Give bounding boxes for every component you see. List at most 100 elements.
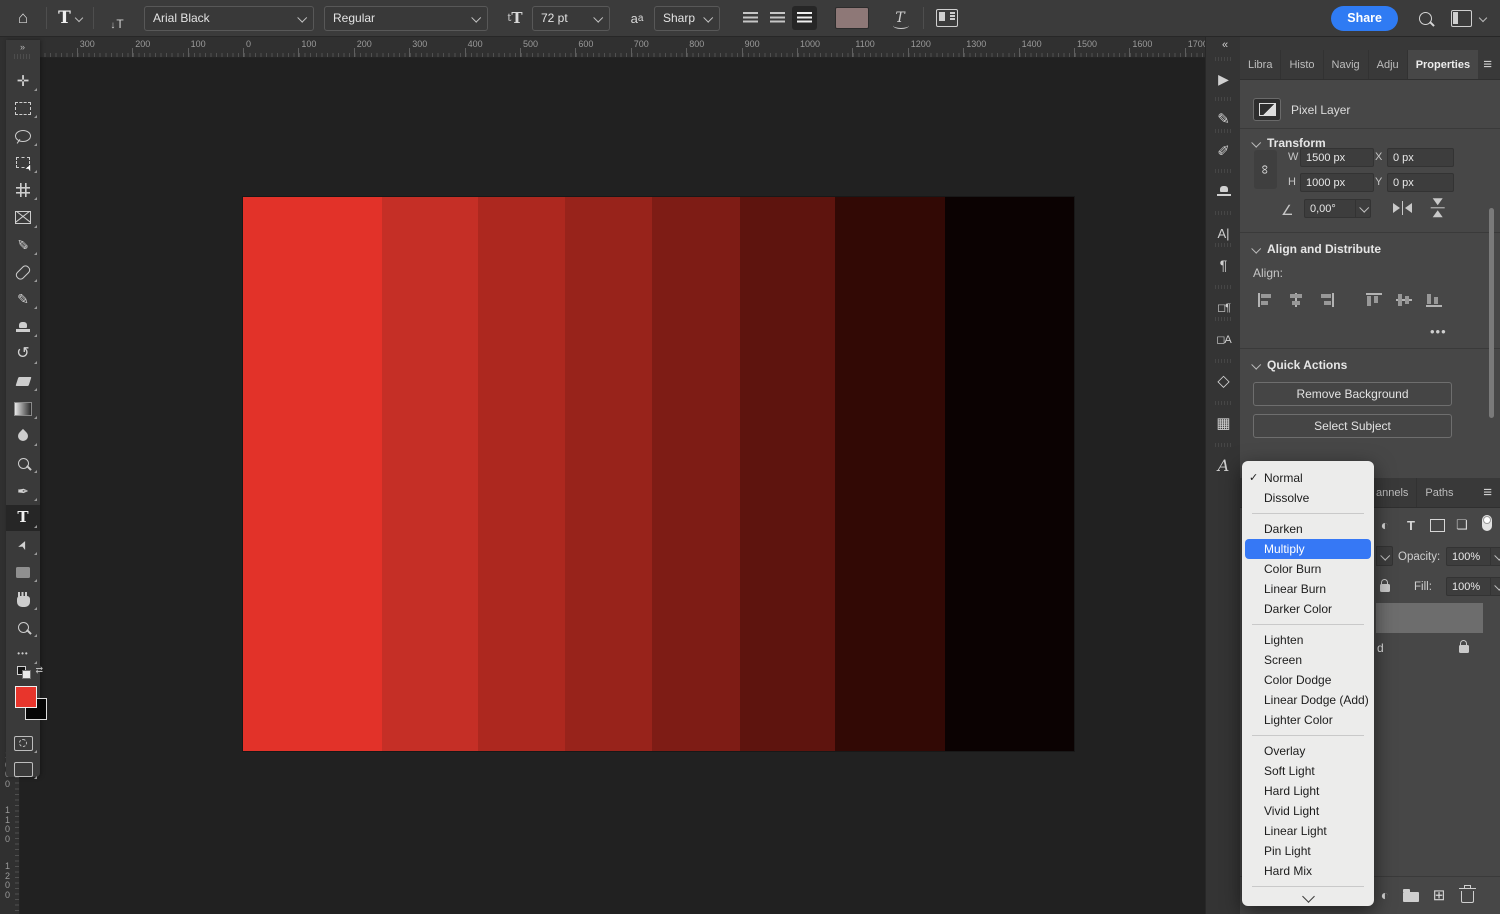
y-field[interactable]: 0 px [1387,173,1454,192]
properties-scrollbar[interactable] [1489,208,1494,418]
link-dimensions-button[interactable]: ∞ [1254,150,1277,189]
fill-control[interactable]: 100% [1446,577,1500,596]
select-subject-button[interactable]: Select Subject [1253,414,1452,438]
object-selection-tool[interactable] [6,150,40,176]
history-brush-tool[interactable] [6,341,40,367]
blend-mode-option-darken[interactable]: Darken [1242,519,1374,539]
text-color-swatch[interactable] [835,7,869,29]
quick-actions-header[interactable]: Quick Actions [1252,358,1347,372]
search-button[interactable] [1412,5,1438,31]
workspace-button[interactable] [1448,5,1474,31]
pen-tool[interactable] [6,478,40,504]
new-group-button[interactable] [1400,884,1422,906]
blend-mode-option-lighten[interactable]: Lighten [1242,630,1374,650]
eraser-tool[interactable] [6,368,40,394]
filter-toggle[interactable] [1476,512,1498,534]
flip-horizontal-button[interactable] [1393,201,1412,215]
chevron-down-icon[interactable] [1479,14,1487,22]
default-colors-widget[interactable]: ⇄ [12,664,46,680]
home-icon[interactable]: ⌂ [10,5,36,31]
filter-type-button[interactable] [1400,514,1422,536]
blend-mode-option-hard-mix[interactable]: Hard Mix [1242,861,1374,881]
character-styles-panel-button[interactable] [1207,324,1240,354]
brushes-panel-button[interactable] [1207,136,1240,166]
filter-adjustment-button[interactable] [1374,514,1396,536]
dodge-tool[interactable] [6,450,40,476]
blend-mode-option-overlay[interactable]: Overlay [1242,741,1374,761]
blend-mode-option-multiply[interactable]: Multiply [1245,539,1371,559]
align-center-button[interactable] [765,6,790,30]
lasso-tool[interactable] [6,123,40,149]
blend-mode-dropdown[interactable] [1376,546,1393,566]
scroll-more-icon[interactable] [1302,890,1315,903]
angle-control[interactable]: 0,00° [1304,199,1371,218]
blend-mode-option-linear-burn[interactable]: Linear Burn [1242,579,1374,599]
toolbar-grip[interactable] [14,54,32,59]
align-right-edges-button[interactable] [1318,293,1334,307]
type-tool[interactable] [6,505,40,531]
blend-mode-option-color-burn[interactable]: Color Burn [1242,559,1374,579]
glyphs-panel-button[interactable] [1207,450,1240,480]
more-align-options-button[interactable]: ••• [1430,324,1447,339]
font-size-select[interactable]: 72 pt [532,6,610,31]
width-field[interactable]: 1500 px [1300,148,1374,167]
crop-tool[interactable] [6,177,40,203]
blend-mode-option-screen[interactable]: Screen [1242,650,1374,670]
blend-mode-option-darker-color[interactable]: Darker Color [1242,599,1374,619]
height-field[interactable]: 1000 px [1300,173,1374,192]
new-adjustment-layer-button[interactable] [1374,884,1396,906]
fill-dropdown[interactable] [1491,577,1500,596]
font-family-select[interactable]: Arial Black [144,6,314,31]
hand-tool[interactable] [6,587,40,613]
screen-mode-button[interactable] [6,756,40,782]
current-tool-button[interactable]: T [57,5,83,31]
healing-brush-tool[interactable] [6,259,40,285]
tab-libraries[interactable]: Libra [1240,50,1281,79]
blend-mode-option-linear-dodge-add[interactable]: Linear Dodge (Add) [1242,690,1374,710]
selected-layer-row[interactable] [1376,603,1483,633]
align-left-edges-button[interactable] [1258,293,1274,307]
blend-mode-option-soft-light[interactable]: Soft Light [1242,761,1374,781]
3d-panel-button[interactable] [1207,366,1240,396]
tab-adjustments[interactable]: Adju [1369,50,1408,79]
move-tool[interactable] [6,68,40,94]
blend-mode-option-linear-light[interactable]: Linear Light [1242,821,1374,841]
align-bottom-edges-button[interactable] [1426,293,1442,307]
marquee-tool[interactable] [6,95,40,121]
clone-stamp-tool[interactable] [6,314,40,340]
align-section-header[interactable]: Align and Distribute [1252,242,1381,256]
eyedropper-tool[interactable] [6,232,40,258]
blend-mode-option-pin-light[interactable]: Pin Light [1242,841,1374,861]
align-right-button[interactable] [792,6,817,30]
warp-text-button[interactable]: T [887,5,913,31]
opacity-dropdown[interactable] [1491,547,1500,566]
canvas-document[interactable] [243,197,1074,751]
path-selection-tool[interactable] [6,532,40,558]
brush-tool[interactable] [6,286,40,312]
tab-properties[interactable]: Properties [1408,50,1478,79]
x-field[interactable]: 0 px [1387,148,1454,167]
clone-source-panel-button[interactable] [1207,176,1240,206]
blend-mode-option-dissolve[interactable]: Dissolve [1242,488,1374,508]
remove-background-button[interactable]: Remove Background [1253,382,1452,406]
opacity-control[interactable]: 100% [1446,547,1500,566]
lock-button[interactable] [1380,579,1390,597]
blend-mode-option-color-dodge[interactable]: Color Dodge [1242,670,1374,690]
foreground-color-swatch[interactable] [15,686,37,708]
delete-layer-button[interactable] [1456,884,1478,906]
opacity-field[interactable]: 100% [1446,547,1491,566]
panel-menu-icon[interactable]: ≡ [1483,56,1492,73]
share-button[interactable]: Share [1331,6,1398,31]
tab-navigator[interactable]: Navig [1324,50,1369,79]
gradient-tool[interactable] [6,396,40,422]
actions-panel-button[interactable] [1207,64,1240,94]
tab-histogram[interactable]: Histo [1281,50,1323,79]
blend-mode-option-hard-light[interactable]: Hard Light [1242,781,1374,801]
zoom-tool[interactable] [6,614,40,640]
angle-dropdown[interactable] [1356,199,1371,218]
fill-field[interactable]: 100% [1446,577,1491,596]
align-left-button[interactable] [738,6,763,30]
layers-menu-icon[interactable]: ≡ [1483,484,1492,501]
text-orientation-button[interactable]: ↓ T [104,5,130,31]
font-style-select[interactable]: Regular [324,6,488,31]
